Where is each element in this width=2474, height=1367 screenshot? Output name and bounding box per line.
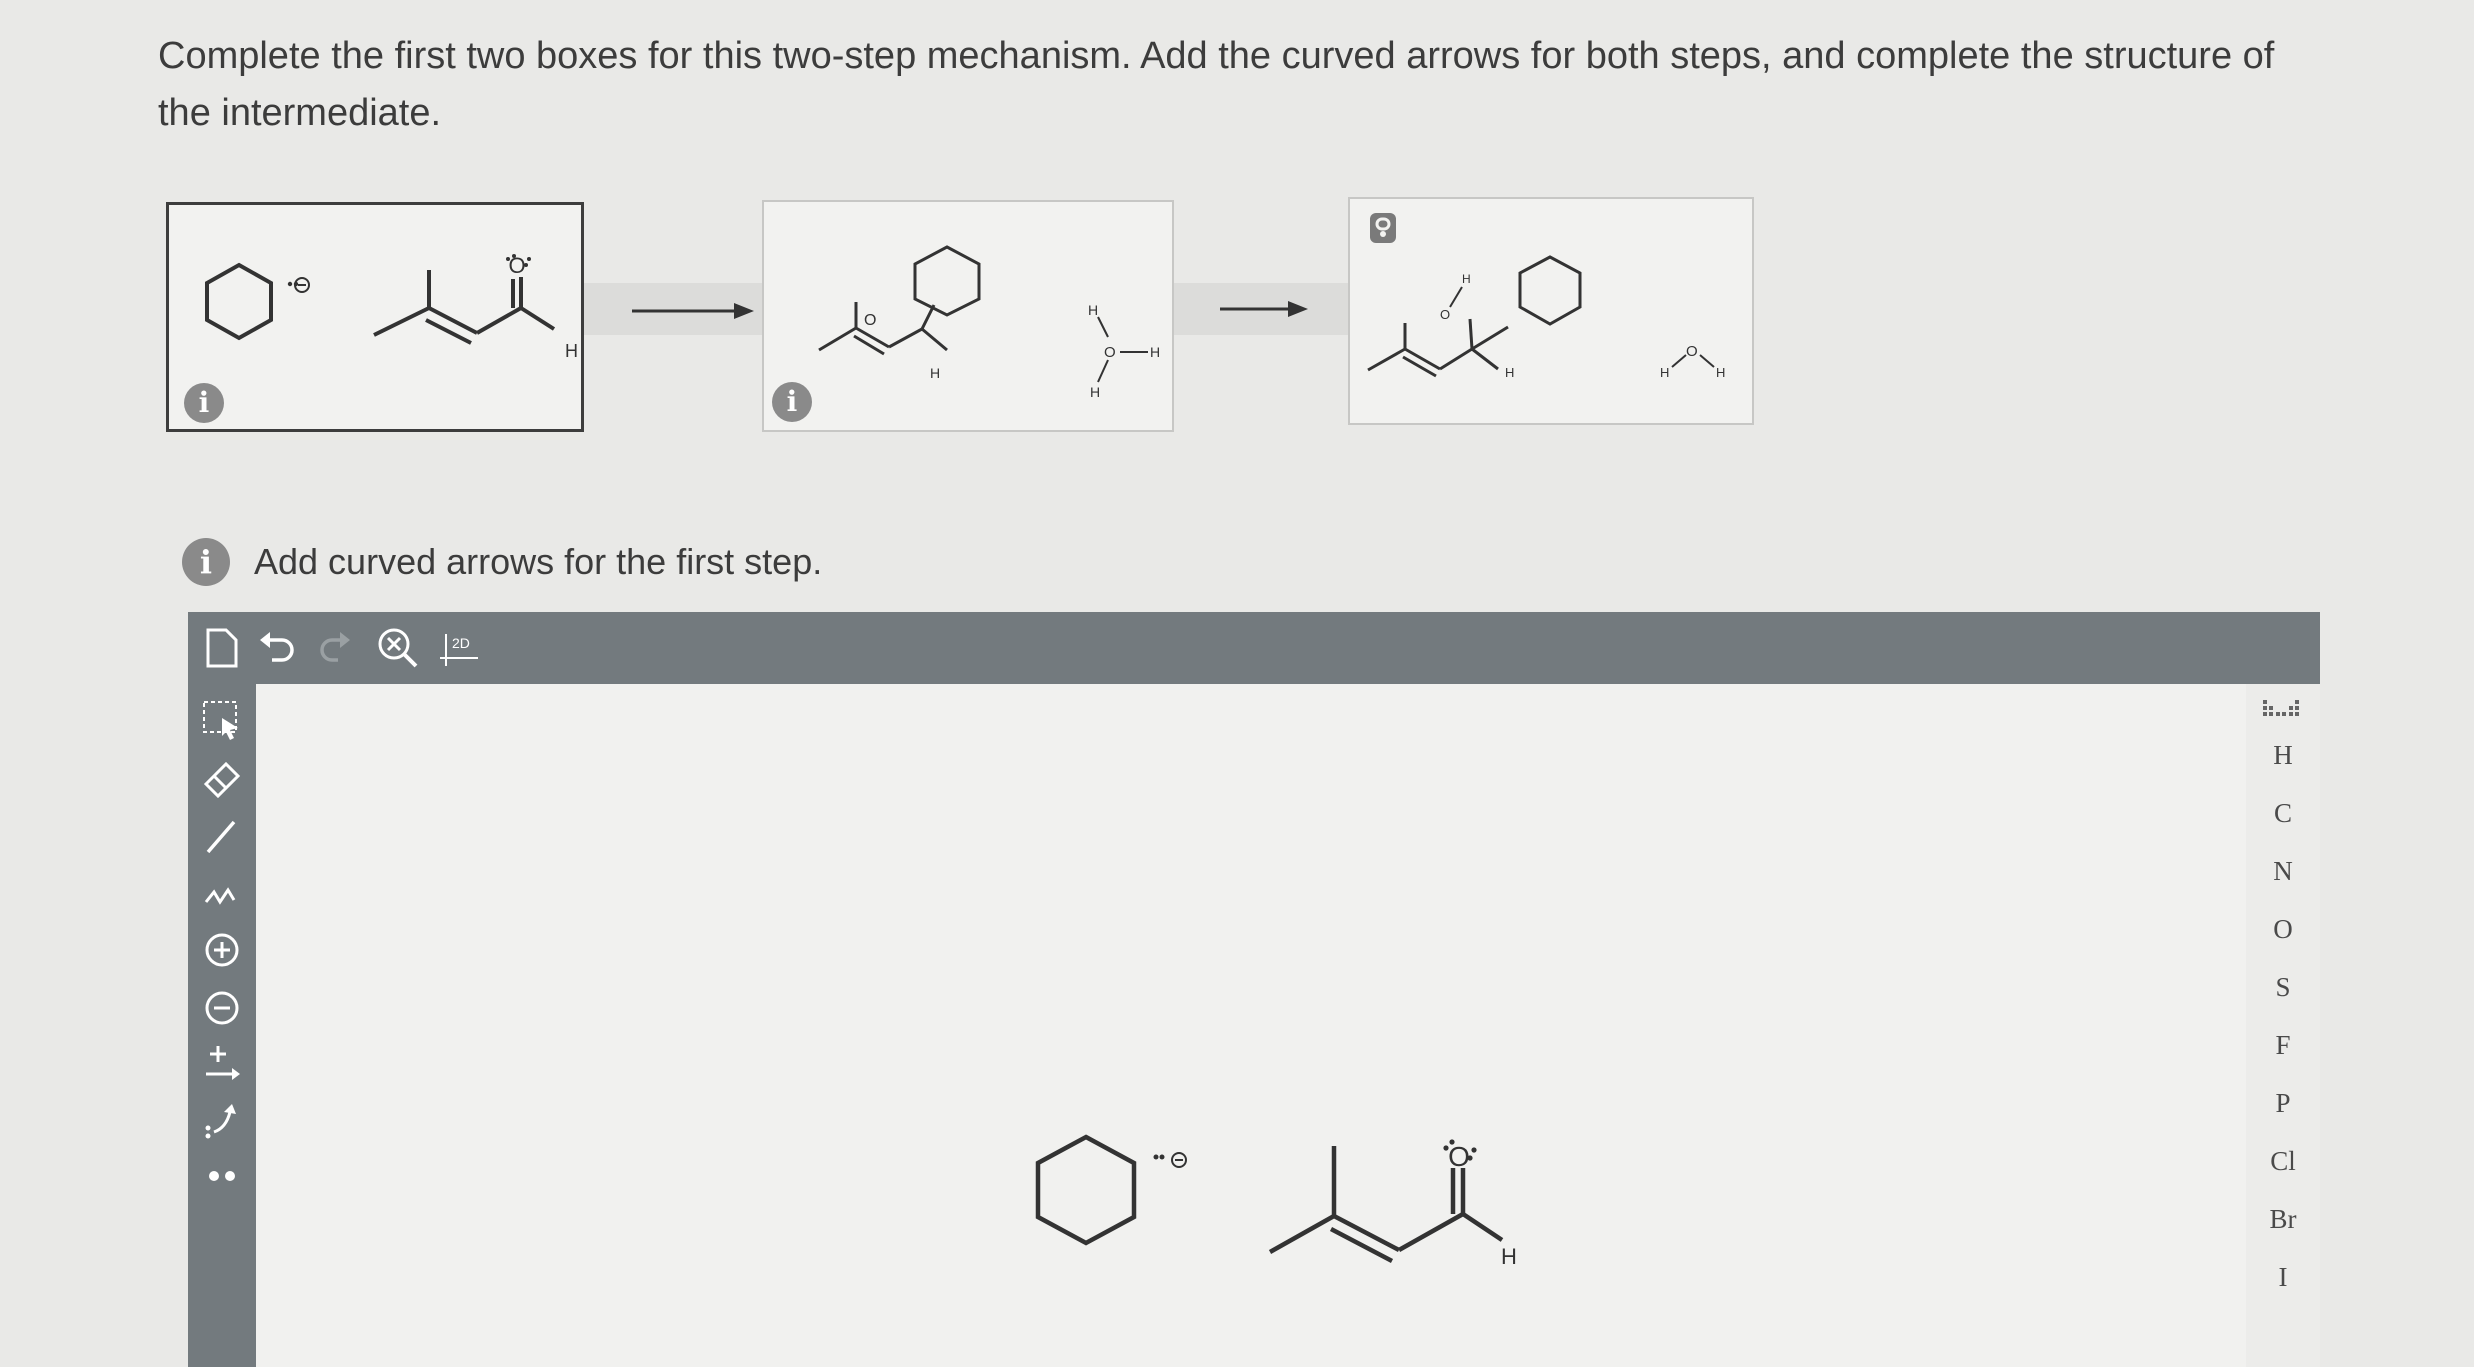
info-icon[interactable]: i [184,383,224,423]
carbonyl-oxygen-label: O [1448,1141,1470,1172]
water-h-left-label: H [1660,365,1669,380]
structure-editor: 2D O H H C N O S F P Cl Br I [188,612,2320,1367]
intermediate-structures: O H H O H H [818,245,1160,400]
water-h-top-label: H [1088,302,1098,318]
element-i-button[interactable]: I [2246,1262,2320,1293]
curved-arrow-icon[interactable] [200,1098,244,1142]
zoom-clear-icon[interactable] [376,626,420,670]
element-c-button[interactable]: C [2246,798,2320,829]
product-box: O H H H O H [1348,197,1754,425]
lone-pair-icon[interactable] [200,1154,244,1198]
reactant-box[interactable]: O H i [166,202,584,432]
svg-text:2D: 2D [452,635,470,651]
element-n-button[interactable]: N [2246,856,2320,887]
step2-arrow-connector [1174,283,1350,335]
step-instruction: i Add curved arrows for the first step. [182,534,822,590]
water-h-bottom-label: H [1090,384,1100,400]
editor-left-toolbar [188,684,256,1367]
2d-clean-icon[interactable]: 2D [438,626,482,670]
element-p-button[interactable]: P [2246,1088,2320,1119]
intermediate-box[interactable]: O H H O H H i [762,200,1174,432]
new-document-icon[interactable] [200,626,244,670]
select-icon[interactable] [200,698,244,742]
product-structures: O H H H O H [1367,213,1725,380]
drawing-canvas[interactable]: O H [256,684,2246,1367]
bond-icon[interactable] [200,814,244,858]
plus-charge-icon[interactable] [200,928,244,972]
question-prompt: Complete the first two boxes for this tw… [158,35,2275,134]
hydroxyl-oxygen-label: O [1440,307,1450,322]
reactant-structures: O H [205,253,578,361]
element-o-button[interactable]: O [2246,914,2320,945]
periodic-table-icon[interactable] [2262,698,2302,722]
editor-top-toolbar: 2D [188,612,2320,684]
step1-arrow-connector [584,283,764,335]
alpha-h-label: H [1505,365,1514,380]
undo-icon[interactable] [256,626,300,670]
element-s-button[interactable]: S [2246,972,2320,1003]
element-br-button[interactable]: Br [2246,1204,2320,1235]
info-icon[interactable]: i [772,382,812,422]
water-o-label: O [1686,343,1698,360]
step-instruction-text: Add curved arrows for the first step. [254,541,823,582]
aldehyde-h-label: H [1501,1244,1517,1269]
eraser-icon[interactable] [200,756,244,800]
redo-icon[interactable] [310,626,354,670]
canvas-structures: O H [1035,1134,1517,1269]
water-h-right-label: H [1716,365,1725,380]
element-palette: H C N O S F P Cl Br I [2246,684,2320,1367]
carbonyl-oxygen-label: O [508,253,525,278]
arrow-icon[interactable] [200,1042,244,1086]
water-o-label: O [1104,344,1116,361]
hydroxyl-h-label: H [1462,272,1471,286]
alpha-h-label: H [930,365,940,381]
element-f-button[interactable]: F [2246,1030,2320,1061]
info-icon[interactable]: i [182,538,230,586]
aldehyde-h-label: H [565,341,578,361]
alkoxide-oxygen-label: O [864,312,876,329]
element-h-button[interactable]: H [2246,740,2320,771]
minus-charge-icon[interactable] [200,986,244,1030]
element-cl-button[interactable]: Cl [2246,1146,2320,1177]
chain-icon[interactable] [200,872,244,916]
water-h-right-label: H [1150,344,1160,360]
